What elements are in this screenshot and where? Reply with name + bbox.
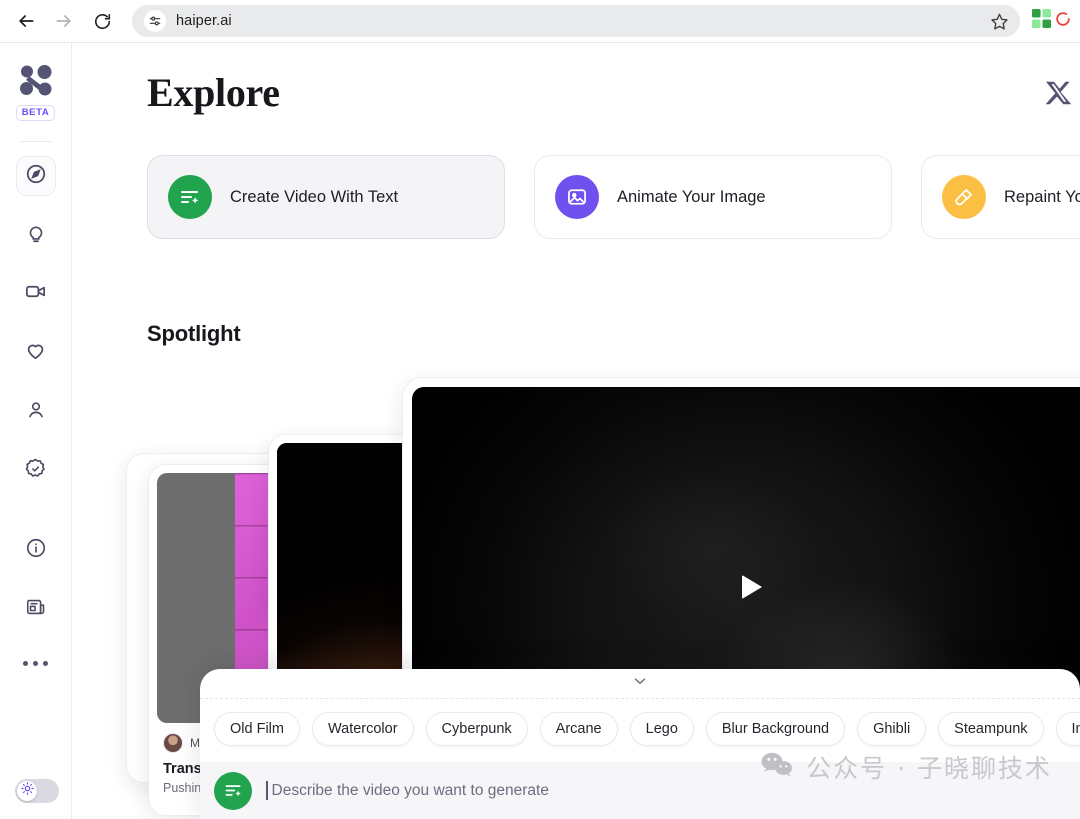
paint-brush-icon [942,175,986,219]
sidebar-divider [18,141,53,142]
quick-action-animate-your-image[interactable]: Animate Your Image [534,155,892,239]
sidebar-item-videos[interactable] [16,274,56,314]
text-cursor [266,781,268,800]
text-sparkle-icon [168,175,212,219]
style-chip-steampunk[interactable]: Steampunk [938,712,1044,746]
page-title: Explore [147,70,280,115]
sidebar-item-favorites[interactable] [16,333,56,373]
reload-button[interactable] [86,5,118,37]
style-chip-impressionism[interactable]: Imp [1055,712,1080,746]
reload-icon [93,12,112,31]
video-camera-icon [24,280,47,308]
news-icon [25,596,47,623]
style-chip-old-film[interactable]: Old Film [214,712,300,746]
sidebar: BETA [0,43,72,819]
sun-icon [20,782,34,800]
image-icon [555,175,599,219]
quick-actions-row: Create Video With Text Animate Your Imag… [147,155,1080,239]
x-twitter-icon[interactable] [1044,78,1074,113]
person-icon [25,399,47,426]
sidebar-more-button[interactable] [16,648,56,678]
heart-icon [24,339,47,367]
play-icon[interactable] [735,570,769,604]
haiper-logo[interactable] [16,61,56,101]
quick-action-label: Animate Your Image [617,187,766,206]
quick-action-label: Create Video With Text [230,187,399,206]
arrow-right-icon [54,11,74,31]
compass-icon [25,163,47,190]
theme-toggle[interactable] [15,779,59,803]
sidebar-item-profile[interactable] [16,392,56,432]
url-text: haiper.ai [176,13,232,29]
quick-action-create-video-with-text[interactable]: Create Video With Text [147,155,505,239]
sidebar-item-info[interactable] [16,530,56,570]
lightbulb-icon [25,222,47,249]
avatar [163,733,183,753]
sidebar-item-membership[interactable] [16,451,56,491]
theme-toggle-knob [17,781,37,801]
beta-badge: BETA [15,105,56,121]
style-chip-arcane[interactable]: Arcane [539,712,618,746]
star-icon[interactable] [988,10,1010,32]
info-circle-icon [25,537,47,564]
style-chip-blur-background[interactable]: Blur Background [705,712,846,746]
text-sparkle-icon[interactable] [214,771,252,810]
qr-extension-icon [1031,9,1051,33]
chevron-down-icon [631,672,649,695]
main-content: Explore Create Video With Text Animate Y… [72,43,1080,819]
verified-badge-icon [24,457,47,485]
sidebar-item-explore[interactable] [15,156,56,196]
forward-button[interactable] [48,5,80,37]
author-name: M [190,736,200,750]
prompt-panel-collapse-button[interactable] [200,669,1080,699]
prompt-input-row[interactable]: Describe the video you want to generate [200,762,1080,819]
sidebar-item-news[interactable] [16,589,56,629]
browser-toolbar: haiper.ai [0,0,1080,43]
arrow-left-icon [16,11,36,31]
style-chips-row: Old Film Watercolor Cyberpunk Arcane Leg… [200,699,1080,759]
back-button[interactable] [10,5,42,37]
style-chip-watercolor[interactable]: Watercolor [311,712,414,746]
style-chip-lego[interactable]: Lego [629,712,694,746]
style-chip-cyberpunk[interactable]: Cyberpunk [425,712,528,746]
ellipsis-icon [23,660,28,666]
prompt-input[interactable]: Describe the video you want to generate [272,782,549,800]
red-extension-icon [1056,9,1070,34]
quick-action-repaint-your-video[interactable]: Repaint Your Video [921,155,1080,239]
extension-secondary-button[interactable] [1056,6,1070,36]
address-bar[interactable]: haiper.ai [132,5,1020,37]
extension-qr-button[interactable] [1026,6,1056,36]
style-chip-ghibli[interactable]: Ghibli [857,712,927,746]
quick-action-label: Repaint Your Video [1004,187,1080,206]
sidebar-item-ideas[interactable] [16,215,56,255]
prompt-panel: Old Film Watercolor Cyberpunk Arcane Leg… [200,669,1080,819]
site-settings-icon[interactable] [144,10,166,32]
